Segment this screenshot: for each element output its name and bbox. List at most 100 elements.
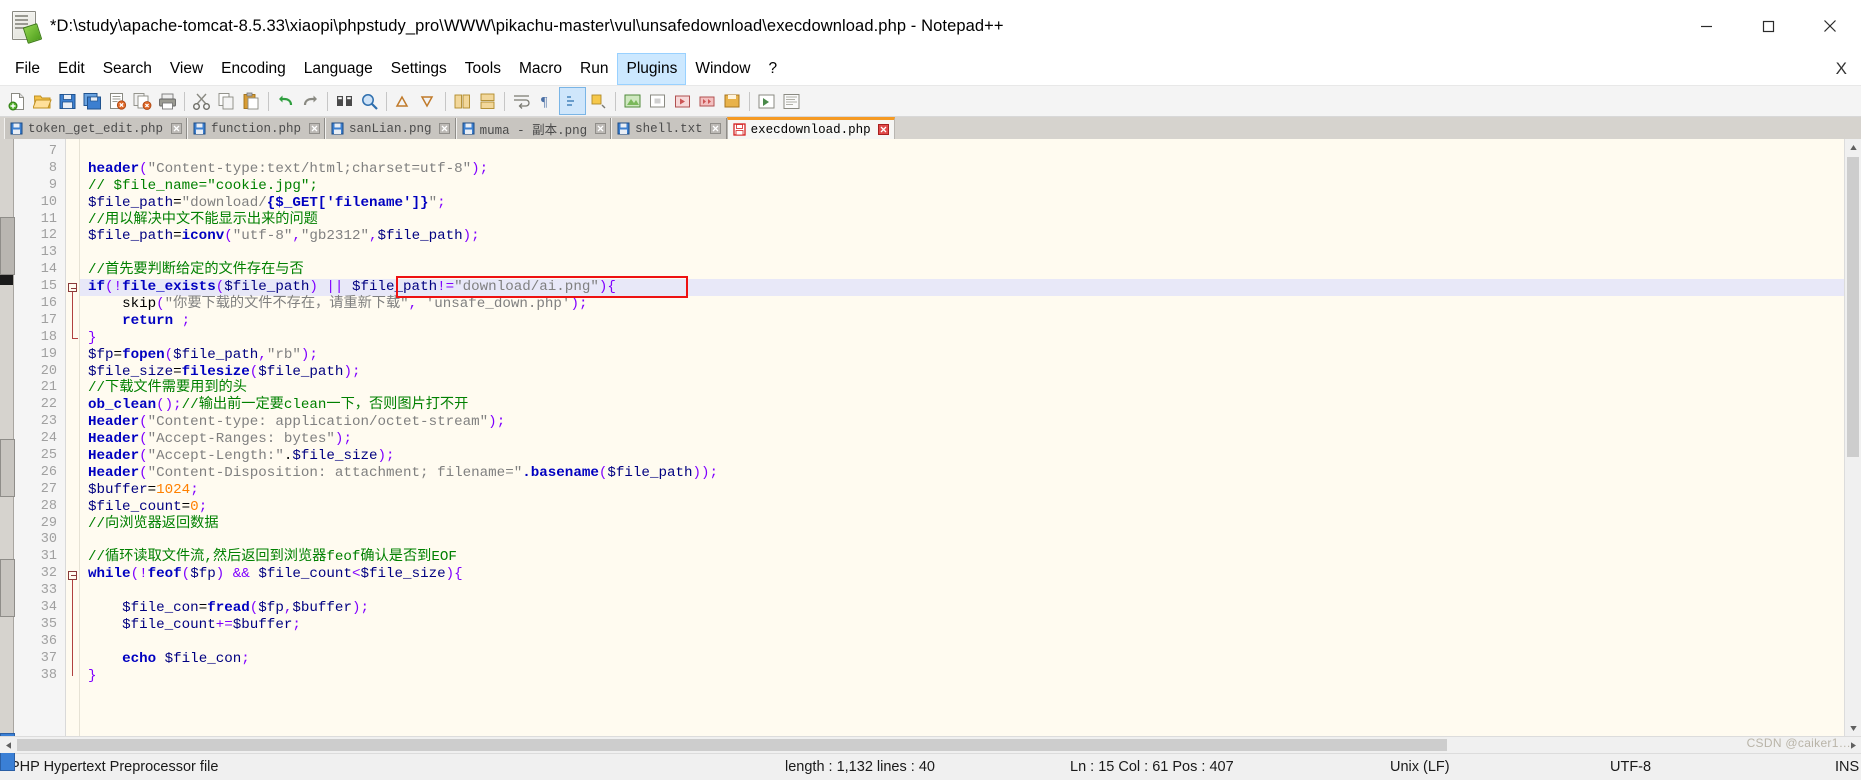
save-macro-icon[interactable] bbox=[720, 88, 745, 114]
code-line[interactable]: Header("Content-Disposition: attachment;… bbox=[80, 465, 1844, 482]
zoom-in-icon[interactable] bbox=[391, 88, 416, 114]
code-line[interactable]: while(!feof($fp) && $file_count<$file_si… bbox=[80, 566, 1844, 583]
print-icon[interactable] bbox=[155, 88, 180, 114]
tab-muma-copy-png[interactable]: muma - 副本.png bbox=[455, 118, 612, 139]
code-line[interactable]: header("Content-type:text/html;charset=u… bbox=[80, 161, 1844, 178]
maximize-icon[interactable] bbox=[1737, 0, 1799, 52]
record-macro-icon[interactable] bbox=[620, 88, 645, 114]
scroll-up-arrow-icon[interactable] bbox=[1845, 139, 1861, 155]
save-all-icon[interactable] bbox=[80, 88, 105, 114]
indent-guide-icon[interactable] bbox=[559, 87, 586, 115]
open-file-icon[interactable] bbox=[30, 88, 55, 114]
code-line[interactable]: } bbox=[80, 330, 1844, 347]
minimize-icon[interactable] bbox=[1675, 0, 1737, 52]
vertical-scroll-thumb[interactable] bbox=[1847, 157, 1859, 457]
vertical-scrollbar[interactable] bbox=[1844, 139, 1861, 736]
horizontal-scroll-thumb[interactable] bbox=[17, 739, 1447, 751]
doc-panel-tab-1[interactable] bbox=[0, 217, 15, 275]
horizontal-scrollbar[interactable] bbox=[0, 736, 1861, 753]
fold-collapse-box[interactable] bbox=[68, 570, 77, 580]
scroll-down-arrow-icon[interactable] bbox=[1845, 720, 1861, 736]
word-wrap-icon[interactable] bbox=[509, 88, 534, 114]
code-line[interactable]: //向浏览器返回数据 bbox=[80, 516, 1844, 533]
code-line[interactable]: skip("你要下载的文件不存在，请重新下载", 'unsafe_down.ph… bbox=[80, 296, 1844, 313]
copy-icon[interactable] bbox=[214, 88, 239, 114]
close-tab-icon[interactable] bbox=[439, 123, 451, 135]
save-icon[interactable] bbox=[55, 88, 80, 114]
new-file-icon[interactable] bbox=[5, 88, 30, 114]
docking-panel-tabs[interactable] bbox=[0, 139, 15, 771]
code-line[interactable] bbox=[80, 583, 1844, 600]
menu-view[interactable]: View bbox=[161, 53, 212, 85]
code-line[interactable]: $file_size=filesize($file_path); bbox=[80, 364, 1844, 381]
tab-token_get_edit-php[interactable]: token_get_edit.php bbox=[4, 118, 188, 139]
close-tab-icon[interactable] bbox=[594, 123, 606, 135]
sync-vertical-scroll-icon[interactable] bbox=[450, 88, 475, 114]
close-document-button[interactable]: X bbox=[1822, 53, 1861, 85]
redo-icon[interactable] bbox=[298, 88, 323, 114]
cut-icon[interactable] bbox=[189, 88, 214, 114]
show-all-chars-icon[interactable]: ¶ bbox=[534, 88, 559, 114]
close-file-icon[interactable] bbox=[105, 88, 130, 114]
code-line[interactable]: $file_path="download/{$_GET['filename']}… bbox=[80, 195, 1844, 212]
undo-icon[interactable] bbox=[273, 88, 298, 114]
code-line[interactable]: echo $file_con; bbox=[80, 651, 1844, 668]
code-line[interactable]: $file_con=fread($fp,$buffer); bbox=[80, 600, 1844, 617]
scroll-left-arrow-icon[interactable] bbox=[0, 737, 16, 753]
sync-horizontal-scroll-icon[interactable] bbox=[475, 88, 500, 114]
code-line[interactable]: Header("Accept-Length:".$file_size); bbox=[80, 448, 1844, 465]
code-line[interactable]: $file_count+=$buffer; bbox=[80, 617, 1844, 634]
uppercase-icon[interactable] bbox=[586, 88, 611, 114]
code-line[interactable]: $buffer=1024; bbox=[80, 482, 1844, 499]
code-line[interactable]: //首先要判断给定的文件存在与否 bbox=[80, 262, 1844, 279]
close-all-icon[interactable] bbox=[130, 88, 155, 114]
tab-execdownload-php[interactable]: execdownload.php bbox=[726, 117, 895, 139]
code-line[interactable]: return ; bbox=[80, 313, 1844, 330]
close-tab-icon[interactable] bbox=[308, 123, 320, 135]
menu-window[interactable]: Window bbox=[686, 53, 759, 85]
doc-panel-tab-2[interactable] bbox=[0, 439, 15, 497]
tab-sanlian-png[interactable]: sanLian.png bbox=[325, 118, 456, 139]
code-line[interactable]: //循环读取文件流,然后返回到浏览器feof确认是否到EOF bbox=[80, 549, 1844, 566]
replace-icon[interactable] bbox=[357, 88, 382, 114]
menu-file[interactable]: File bbox=[6, 53, 49, 85]
code-line[interactable]: Header("Content-type: application/octet-… bbox=[80, 414, 1844, 431]
code-line[interactable]: if(!file_exists($file_path) || $file_pat… bbox=[80, 279, 1844, 297]
menu-search[interactable]: Search bbox=[94, 53, 161, 85]
zoom-out-icon[interactable] bbox=[416, 88, 441, 114]
menu-tools[interactable]: Tools bbox=[456, 53, 510, 85]
stop-macro-icon[interactable] bbox=[645, 88, 670, 114]
code-line[interactable]: } bbox=[80, 668, 1844, 685]
fold-collapse-box[interactable] bbox=[68, 283, 77, 293]
code-line[interactable] bbox=[80, 144, 1844, 161]
close-tab-icon[interactable] bbox=[170, 123, 182, 135]
close-tab-icon[interactable] bbox=[710, 123, 722, 135]
code-line[interactable] bbox=[80, 245, 1844, 262]
run-icon[interactable] bbox=[754, 88, 779, 114]
run-macro-multiple-icon[interactable] bbox=[695, 88, 720, 114]
doc-panel-tab-3[interactable] bbox=[0, 559, 15, 617]
code-line[interactable]: //用以解决中文不能显示出来的问题 bbox=[80, 212, 1844, 229]
code-line[interactable] bbox=[80, 532, 1844, 549]
document-map-icon[interactable] bbox=[779, 88, 804, 114]
menu-edit[interactable]: Edit bbox=[49, 53, 94, 85]
tab-function-php[interactable]: function.php bbox=[187, 118, 326, 139]
code-text-area[interactable]: header("Content-type:text/html;charset=u… bbox=[80, 139, 1844, 736]
code-line[interactable]: $file_count=0; bbox=[80, 499, 1844, 516]
code-line[interactable]: // $file_name="cookie.jpg"; bbox=[80, 178, 1844, 195]
menu-settings[interactable]: Settings bbox=[382, 53, 456, 85]
playback-macro-icon[interactable] bbox=[670, 88, 695, 114]
code-line[interactable]: Header("Accept-Ranges: bytes"); bbox=[80, 431, 1844, 448]
code-line[interactable]: $fp=fopen($file_path,"rb"); bbox=[80, 347, 1844, 364]
menu-help[interactable]: ? bbox=[759, 53, 786, 85]
close-icon[interactable] bbox=[1799, 0, 1861, 52]
menu-encoding[interactable]: Encoding bbox=[212, 53, 295, 85]
menu-language[interactable]: Language bbox=[295, 53, 382, 85]
menu-run[interactable]: Run bbox=[571, 53, 617, 85]
paste-icon[interactable] bbox=[239, 88, 264, 114]
code-line[interactable]: ob_clean();//输出前一定要clean一下，否则图片打不开 bbox=[80, 397, 1844, 414]
code-line[interactable]: //下载文件需要用到的头 bbox=[80, 380, 1844, 397]
code-line[interactable]: $file_path=iconv("utf-8","gb2312",$file_… bbox=[80, 228, 1844, 245]
menu-plugins[interactable]: Plugins bbox=[617, 53, 687, 85]
find-icon[interactable] bbox=[332, 88, 357, 114]
